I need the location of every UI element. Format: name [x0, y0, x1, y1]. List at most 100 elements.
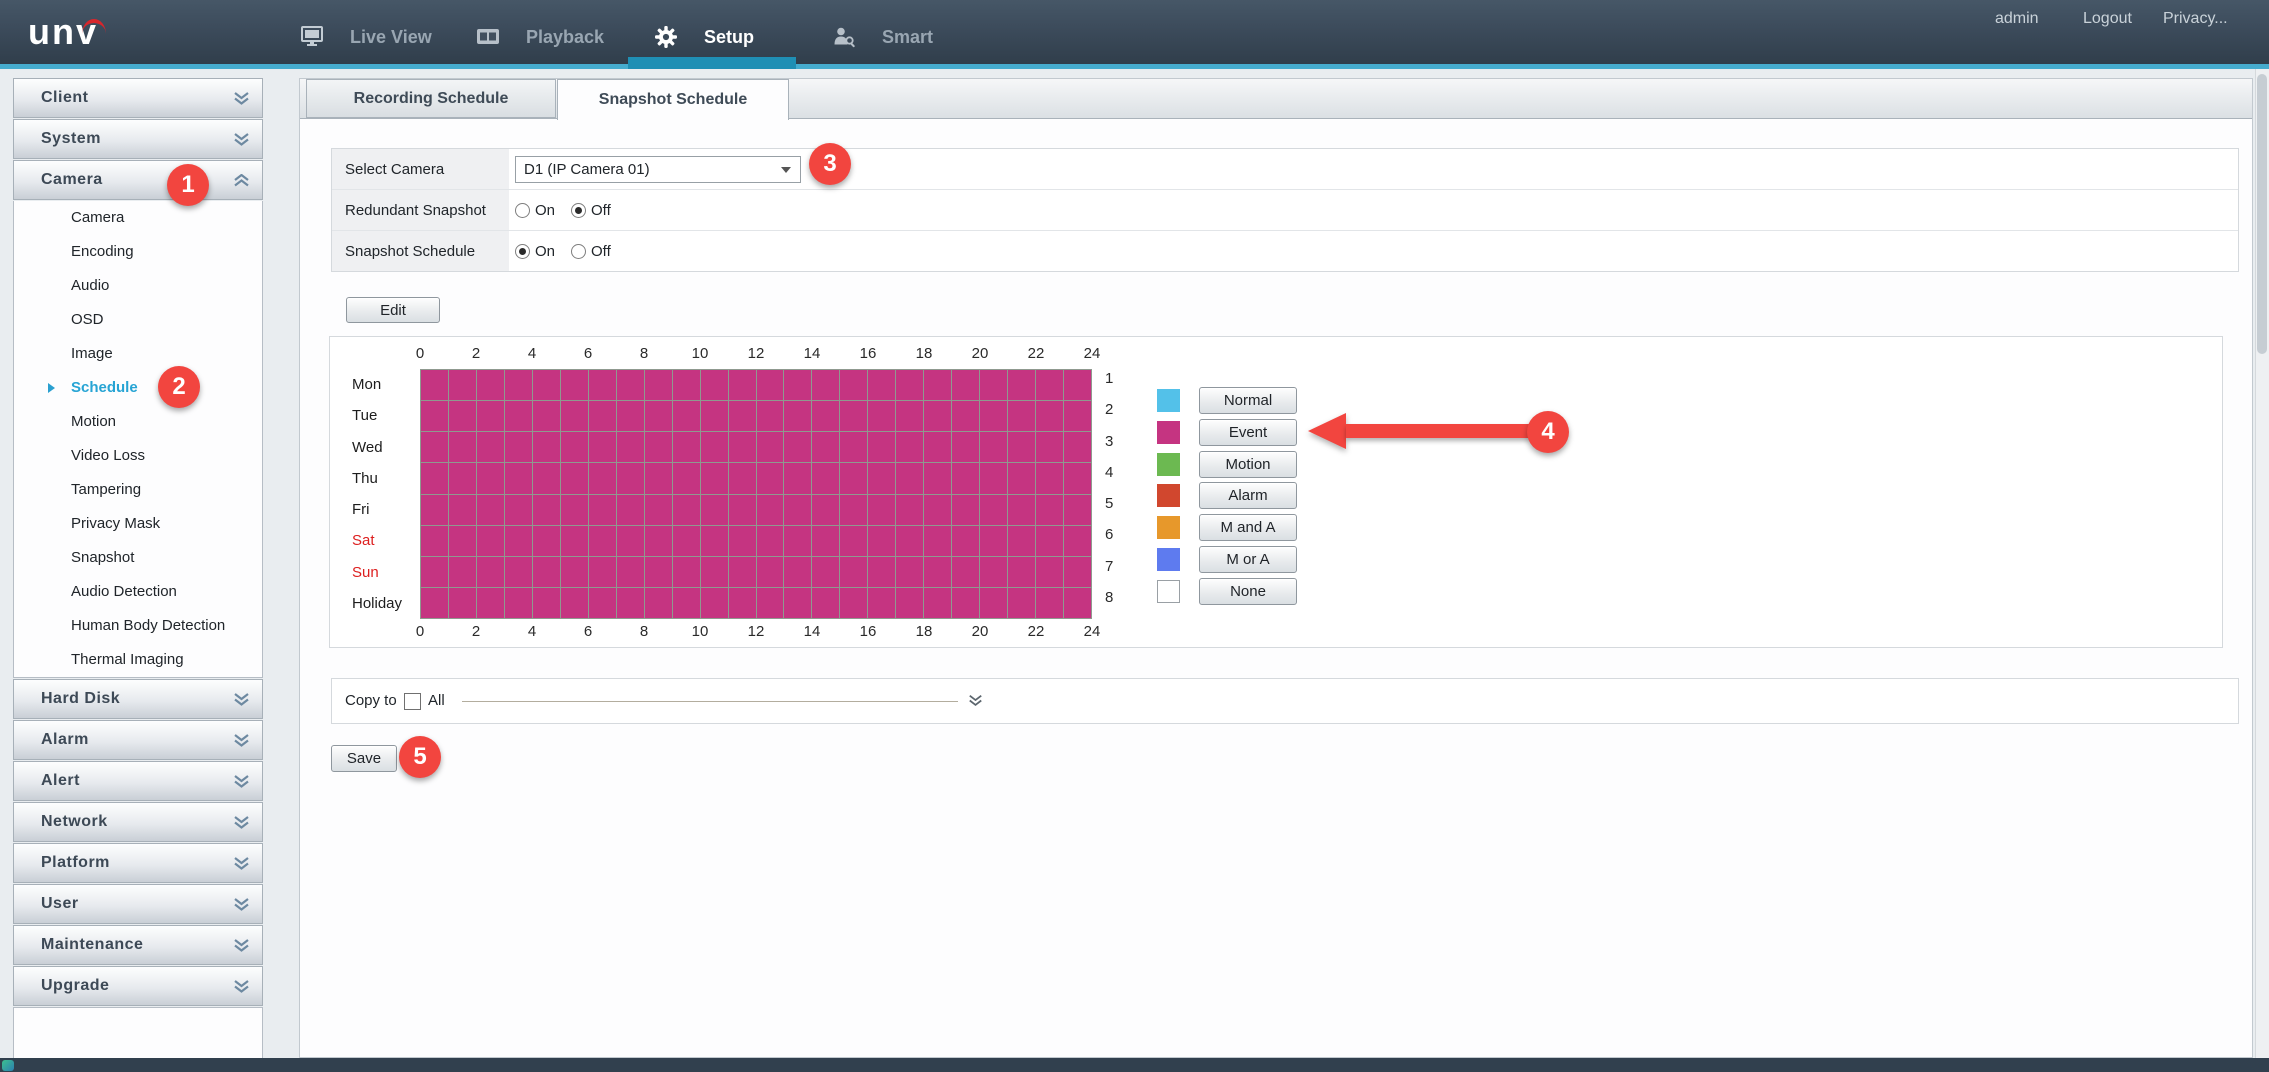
schedule-cell[interactable] [812, 525, 840, 556]
sidebar-group-network[interactable]: Network [13, 802, 263, 842]
schedule-cell[interactable] [700, 587, 728, 618]
tab-snapshot-schedule[interactable]: Snapshot Schedule [557, 79, 789, 120]
schedule-cell[interactable] [812, 463, 840, 494]
schedule-cell[interactable] [756, 525, 784, 556]
sidebar-group-hard-disk[interactable]: Hard Disk [13, 679, 263, 719]
schedule-cell[interactable] [532, 494, 560, 525]
schedule-cell[interactable] [812, 587, 840, 618]
schedule-cell[interactable] [896, 556, 924, 587]
schedule-cell[interactable] [896, 587, 924, 618]
legend-button-none[interactable]: None [1199, 577, 1297, 605]
schedule-cell[interactable] [1064, 432, 1091, 463]
schedule-cell[interactable] [700, 463, 728, 494]
schedule-cell[interactable] [952, 370, 980, 401]
schedule-cell[interactable] [868, 525, 896, 556]
sidebar-item-camera[interactable]: Camera [14, 201, 262, 235]
schedule-cell[interactable] [1064, 525, 1091, 556]
schedule-cell[interactable] [588, 432, 616, 463]
sidebar-item-video-loss[interactable]: Video Loss [14, 439, 262, 473]
schedule-cell[interactable] [476, 463, 504, 494]
schedule-cell[interactable] [1064, 401, 1091, 432]
schedule-cell[interactable] [868, 463, 896, 494]
schedule-cell[interactable] [588, 525, 616, 556]
schedule-cell[interactable] [756, 556, 784, 587]
schedule-cell[interactable] [756, 370, 784, 401]
sidebar-group-maintenance[interactable]: Maintenance [13, 925, 263, 965]
schedule-cell[interactable] [924, 370, 952, 401]
schedule-cell[interactable] [588, 556, 616, 587]
schedule-cell[interactable] [1036, 587, 1064, 618]
schedule-cell[interactable] [924, 587, 952, 618]
snapshot-schedule-off-radio[interactable]: Off [571, 243, 611, 260]
schedule-cell[interactable] [672, 370, 700, 401]
schedule-cell[interactable] [1008, 494, 1036, 525]
schedule-cell[interactable] [700, 370, 728, 401]
schedule-cell[interactable] [504, 432, 532, 463]
schedule-cell[interactable] [784, 494, 812, 525]
schedule-cell[interactable] [924, 525, 952, 556]
schedule-cell[interactable] [532, 556, 560, 587]
schedule-cell[interactable] [924, 432, 952, 463]
schedule-cell[interactable] [728, 587, 756, 618]
schedule-cell[interactable] [896, 370, 924, 401]
redundant-snapshot-off-radio[interactable]: Off [571, 202, 611, 219]
schedule-cell[interactable] [784, 463, 812, 494]
sidebar-group-user[interactable]: User [13, 884, 263, 924]
sidebar-group-client[interactable]: Client [13, 78, 263, 118]
schedule-cell[interactable] [421, 525, 448, 556]
schedule-cell[interactable] [840, 494, 868, 525]
schedule-cell[interactable] [532, 525, 560, 556]
schedule-cell[interactable] [644, 401, 672, 432]
schedule-cell[interactable] [560, 401, 588, 432]
schedule-cell[interactable] [504, 370, 532, 401]
schedule-cell[interactable] [952, 525, 980, 556]
schedule-cell[interactable] [1008, 432, 1036, 463]
schedule-cell[interactable] [672, 401, 700, 432]
schedule-cell[interactable] [812, 401, 840, 432]
copy-all-checkbox[interactable] [404, 693, 421, 710]
sidebar-group-platform[interactable]: Platform [13, 843, 263, 883]
schedule-cell[interactable] [952, 432, 980, 463]
schedule-cell[interactable] [728, 370, 756, 401]
sidebar-item-audio-detection[interactable]: Audio Detection [14, 575, 262, 609]
schedule-cell[interactable] [421, 401, 448, 432]
schedule-cell[interactable] [728, 556, 756, 587]
sidebar-item-human-body-detection[interactable]: Human Body Detection [14, 609, 262, 643]
sidebar-item-schedule[interactable]: Schedule [14, 371, 262, 405]
schedule-cell[interactable] [504, 556, 532, 587]
schedule-cell[interactable] [896, 463, 924, 494]
schedule-cell[interactable] [924, 556, 952, 587]
schedule-cell[interactable] [532, 370, 560, 401]
schedule-cell[interactable] [448, 525, 476, 556]
legend-button-normal[interactable]: Normal [1199, 387, 1297, 414]
schedule-cell[interactable] [560, 587, 588, 618]
legend-button-m-or-a[interactable]: M or A [1199, 546, 1297, 573]
schedule-cell[interactable] [924, 401, 952, 432]
schedule-cell[interactable] [476, 587, 504, 618]
schedule-cell[interactable] [476, 494, 504, 525]
schedule-cell[interactable] [924, 463, 952, 494]
schedule-cell[interactable] [560, 494, 588, 525]
schedule-cell[interactable] [728, 525, 756, 556]
schedule-cell[interactable] [644, 370, 672, 401]
schedule-cell[interactable] [952, 401, 980, 432]
legend-button-motion[interactable]: Motion [1199, 450, 1297, 478]
schedule-cell[interactable] [1036, 432, 1064, 463]
schedule-cell[interactable] [1036, 370, 1064, 401]
legend-button-alarm[interactable]: Alarm [1199, 482, 1297, 510]
schedule-cell[interactable] [672, 587, 700, 618]
schedule-cell[interactable] [504, 463, 532, 494]
schedule-cell[interactable] [532, 432, 560, 463]
schedule-cell[interactable] [532, 463, 560, 494]
schedule-cell[interactable] [840, 432, 868, 463]
select-camera-dropdown[interactable]: D1 (IP Camera 01) [515, 155, 801, 183]
schedule-cell[interactable] [980, 556, 1008, 587]
schedule-cell[interactable] [421, 556, 448, 587]
schedule-cell[interactable] [812, 494, 840, 525]
schedule-cell[interactable] [504, 494, 532, 525]
legend-button-m-and-a[interactable]: M and A [1199, 514, 1297, 542]
expand-chevron-down-icon[interactable] [968, 694, 983, 707]
schedule-cell[interactable] [616, 587, 644, 618]
schedule-cell[interactable] [756, 463, 784, 494]
schedule-cell[interactable] [560, 432, 588, 463]
